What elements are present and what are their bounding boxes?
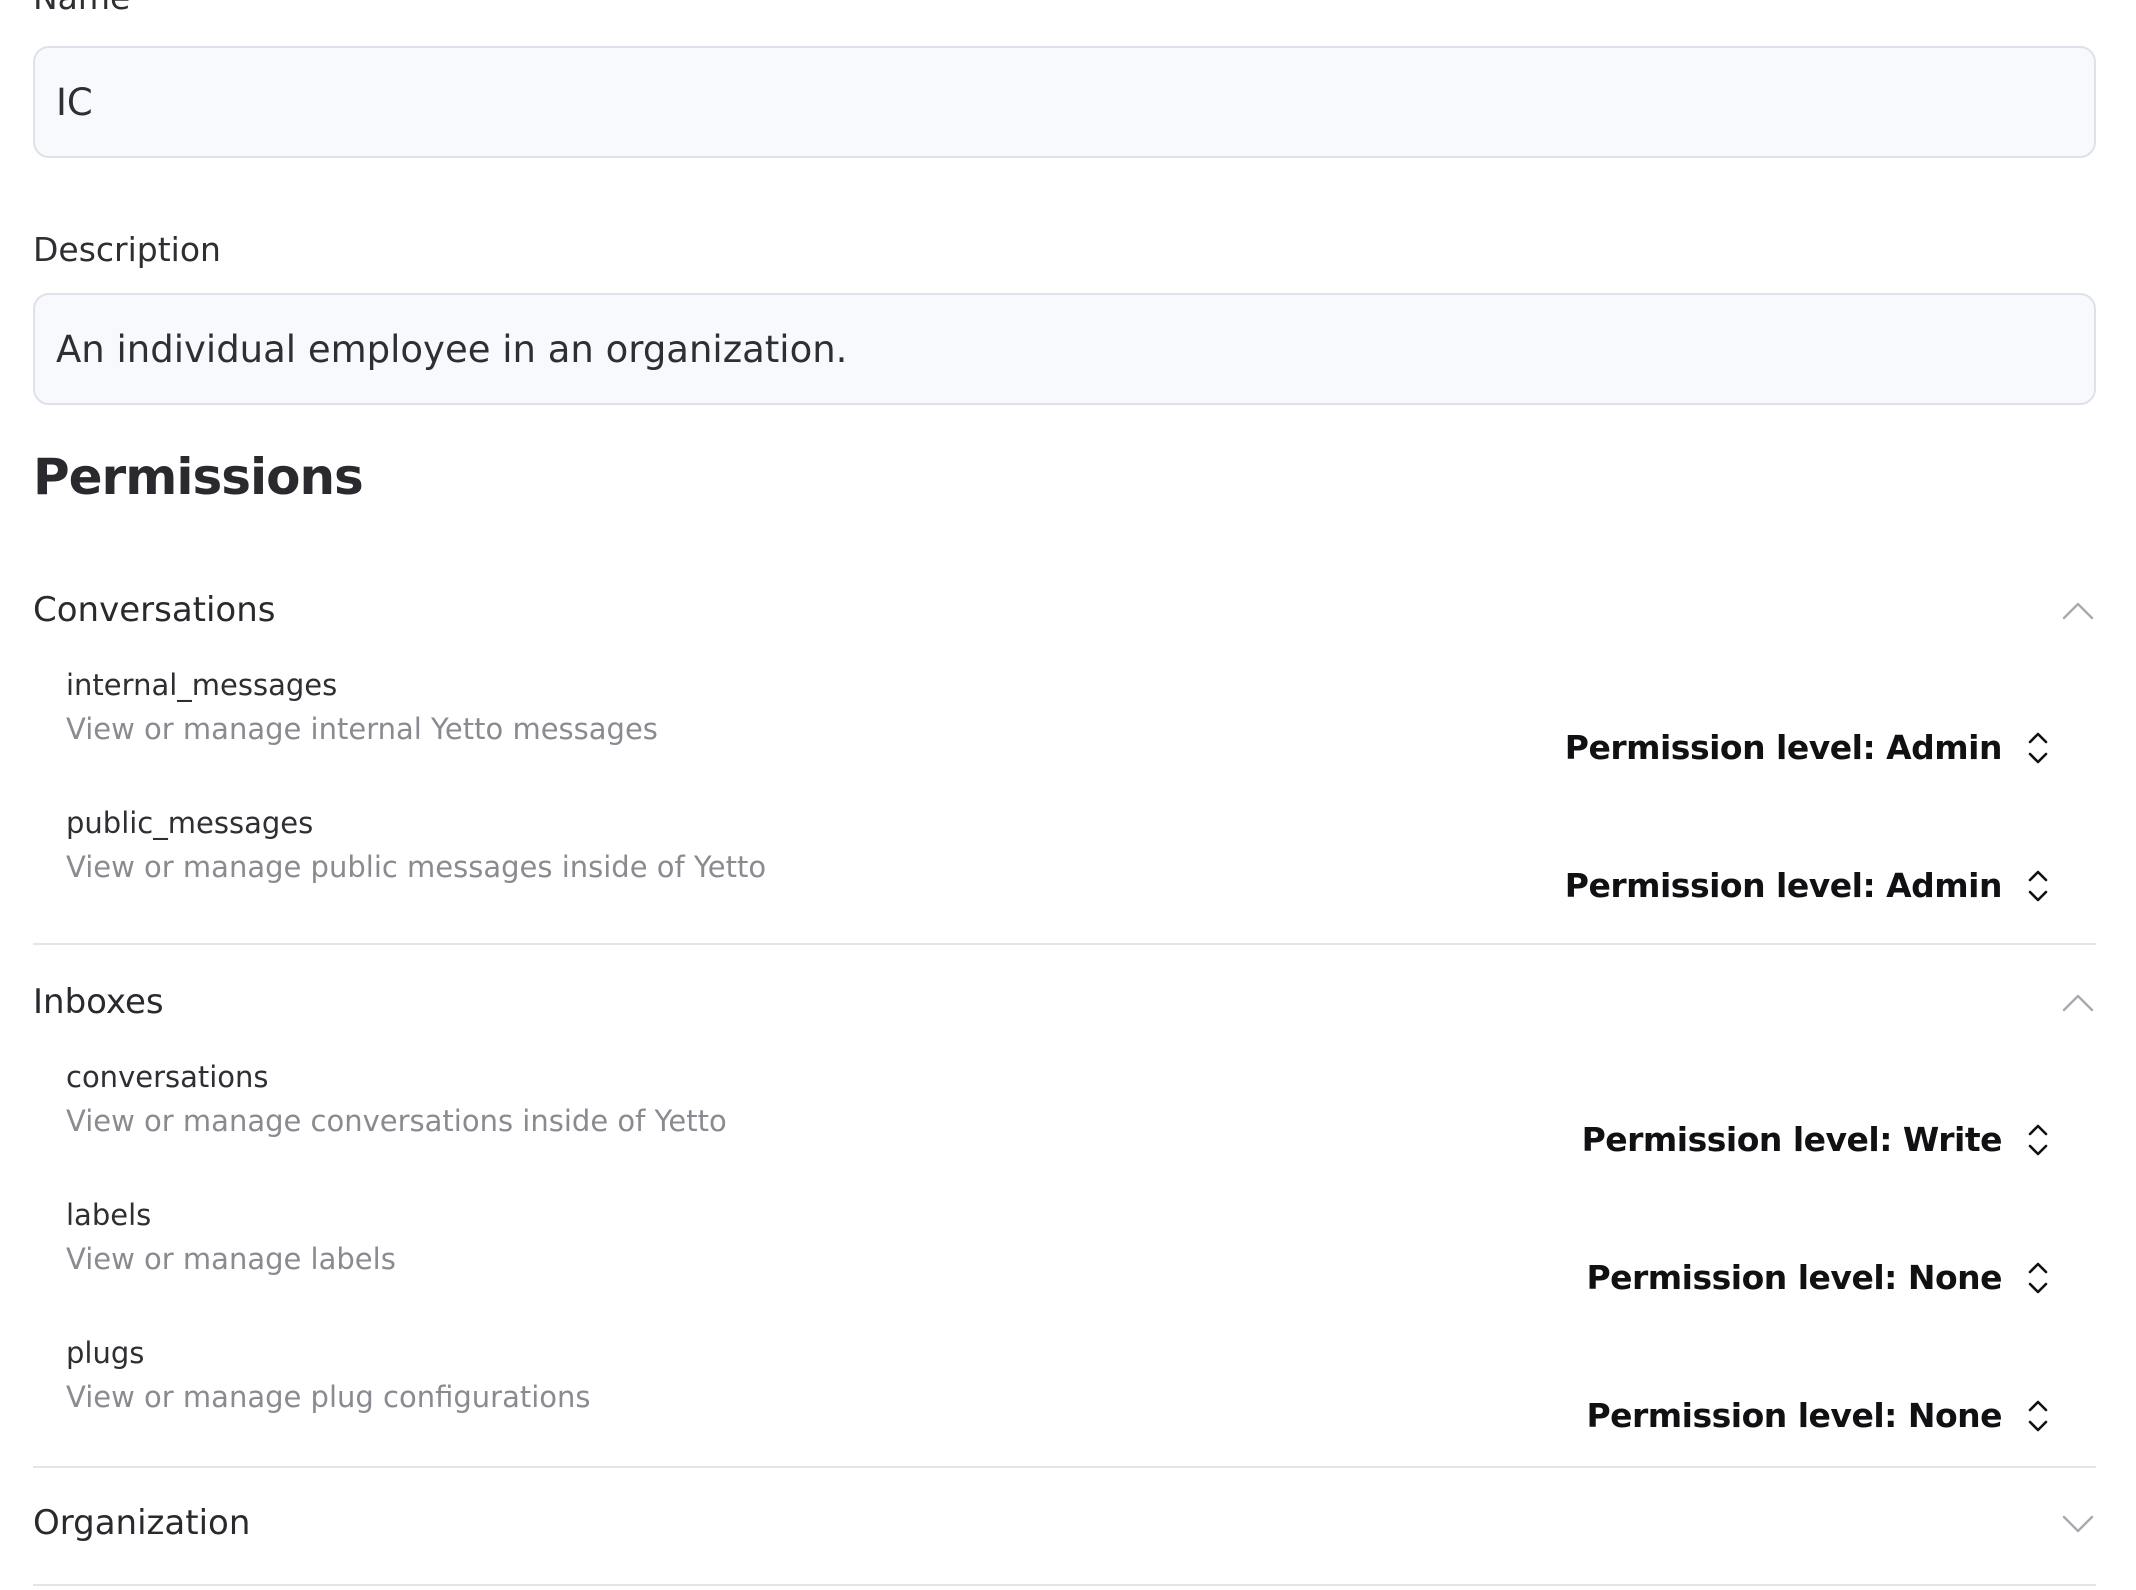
permission-name: plugs <box>66 1336 145 1370</box>
permission-description: View or manage public messages inside of… <box>66 850 767 884</box>
permission-level-value: Permission level: Admin <box>1564 728 2003 767</box>
permission-row-labels: labels View or manage labels Permission … <box>66 1198 2096 1328</box>
group-divider <box>33 1584 2096 1586</box>
group-title: Organization <box>33 1503 251 1543</box>
chevron-down-icon[interactable] <box>2060 1511 2096 1535</box>
permission-level-select[interactable]: Permission level: None <box>1586 1258 2050 1297</box>
permission-level-value: Permission level: Write <box>1581 1120 2003 1159</box>
group-divider <box>33 1466 2096 1468</box>
permission-level-value: Permission level: Admin <box>1564 866 2003 905</box>
description-input[interactable]: An individual employee in an organizatio… <box>33 293 2096 405</box>
permission-row-public-messages: public_messages View or manage public me… <box>66 806 2096 936</box>
permission-description: View or manage internal Yetto messages <box>66 712 658 746</box>
permission-level-value: Permission level: None <box>1586 1258 2002 1297</box>
permission-level-value: Permission level: None <box>1586 1396 2002 1435</box>
group-header-inboxes[interactable]: Inboxes <box>33 982 2096 1042</box>
permission-row-internal-messages: internal_messages View or manage interna… <box>66 668 2096 798</box>
chevron-up-down-icon <box>2028 870 2048 901</box>
permission-name: conversations <box>66 1060 269 1094</box>
name-input-value: IC <box>56 80 93 124</box>
group-divider <box>33 943 2096 945</box>
permissions-heading: Permissions <box>33 448 364 506</box>
permission-description: View or manage conversations inside of Y… <box>66 1104 727 1138</box>
permission-level-select[interactable]: Permission level: Write <box>1582 1120 2050 1159</box>
permission-level-select[interactable]: Permission level: None <box>1586 1396 2050 1435</box>
chevron-up-down-icon <box>2028 1400 2048 1431</box>
permission-level-select[interactable]: Permission level: Admin <box>1565 728 2050 767</box>
description-input-value: An individual employee in an organizatio… <box>56 327 848 371</box>
permission-row-conversations: conversations View or manage conversatio… <box>66 1060 2096 1190</box>
chevron-up-down-icon <box>2028 1124 2048 1155</box>
role-edit-page: Name * IC Description An individual empl… <box>0 0 2136 1590</box>
permission-name: internal_messages <box>66 668 338 702</box>
group-header-organization[interactable]: Organization <box>33 1503 2096 1563</box>
permission-row-plugs: plugs View or manage plug configurations… <box>66 1336 2096 1466</box>
group-title: Inboxes <box>33 982 164 1022</box>
chevron-up-down-icon <box>2028 732 2048 763</box>
group-title: Conversations <box>33 590 276 630</box>
permission-description: View or manage plug configurations <box>66 1380 591 1414</box>
permission-name: public_messages <box>66 806 314 840</box>
chevron-up-icon[interactable] <box>2060 990 2096 1014</box>
description-label: Description <box>33 230 221 269</box>
group-header-conversations[interactable]: Conversations <box>33 590 2096 650</box>
chevron-up-down-icon <box>2028 1262 2048 1293</box>
permission-name: labels <box>66 1198 152 1232</box>
name-input[interactable]: IC <box>33 46 2096 158</box>
chevron-up-icon[interactable] <box>2060 598 2096 622</box>
name-label: Name * <box>33 0 157 17</box>
permission-description: View or manage labels <box>66 1242 396 1276</box>
permission-level-select[interactable]: Permission level: Admin <box>1565 866 2050 905</box>
